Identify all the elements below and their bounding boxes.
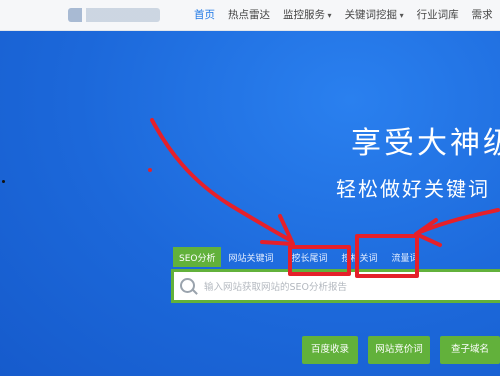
site-logo[interactable] bbox=[68, 8, 160, 22]
page-margin-dot bbox=[2, 180, 5, 183]
nav-industry-lexicon[interactable]: 行业词库 bbox=[417, 7, 459, 22]
baidu-index-button[interactable]: 百度收录 bbox=[302, 336, 358, 364]
tab-seo-analysis[interactable]: SEO分析 bbox=[173, 247, 222, 267]
search-box bbox=[171, 269, 500, 303]
tab-traffic-words[interactable]: 流量词 bbox=[385, 247, 426, 267]
main-nav: 首页 热点雷达 监控服务 关键词挖掘 行业词库 需求 bbox=[194, 7, 493, 22]
subdomain-lookup-button[interactable]: 查子域名 bbox=[440, 336, 500, 364]
site-bid-words-button[interactable]: 网站竞价词 bbox=[368, 336, 430, 364]
nav-monitoring[interactable]: 监控服务 bbox=[283, 7, 332, 22]
search-input[interactable] bbox=[202, 275, 496, 299]
nav-keyword-mining[interactable]: 关键词挖掘 bbox=[345, 7, 404, 22]
tab-long-tail[interactable]: 挖长尾词 bbox=[285, 247, 335, 267]
hero-headline: 享受大神级 bbox=[351, 126, 500, 161]
nav-hot-radar[interactable]: 热点雷达 bbox=[228, 7, 270, 22]
tab-site-keywords[interactable]: 网站关键词 bbox=[221, 247, 280, 267]
hero-subline: 轻松做好关键词 bbox=[336, 177, 490, 201]
search-tabs: SEO分析 网站关键词 挖长尾词 挖相关词 流量词 bbox=[173, 247, 426, 267]
nav-home[interactable]: 首页 bbox=[194, 7, 215, 22]
tab-related-words[interactable]: 挖相关词 bbox=[335, 247, 385, 267]
hero-banner bbox=[0, 31, 500, 376]
top-navigation-bar: 首页 热点雷达 监控服务 关键词挖掘 行业词库 需求 bbox=[0, 0, 500, 31]
nav-demand[interactable]: 需求 bbox=[472, 7, 493, 22]
search-icon bbox=[180, 278, 195, 293]
